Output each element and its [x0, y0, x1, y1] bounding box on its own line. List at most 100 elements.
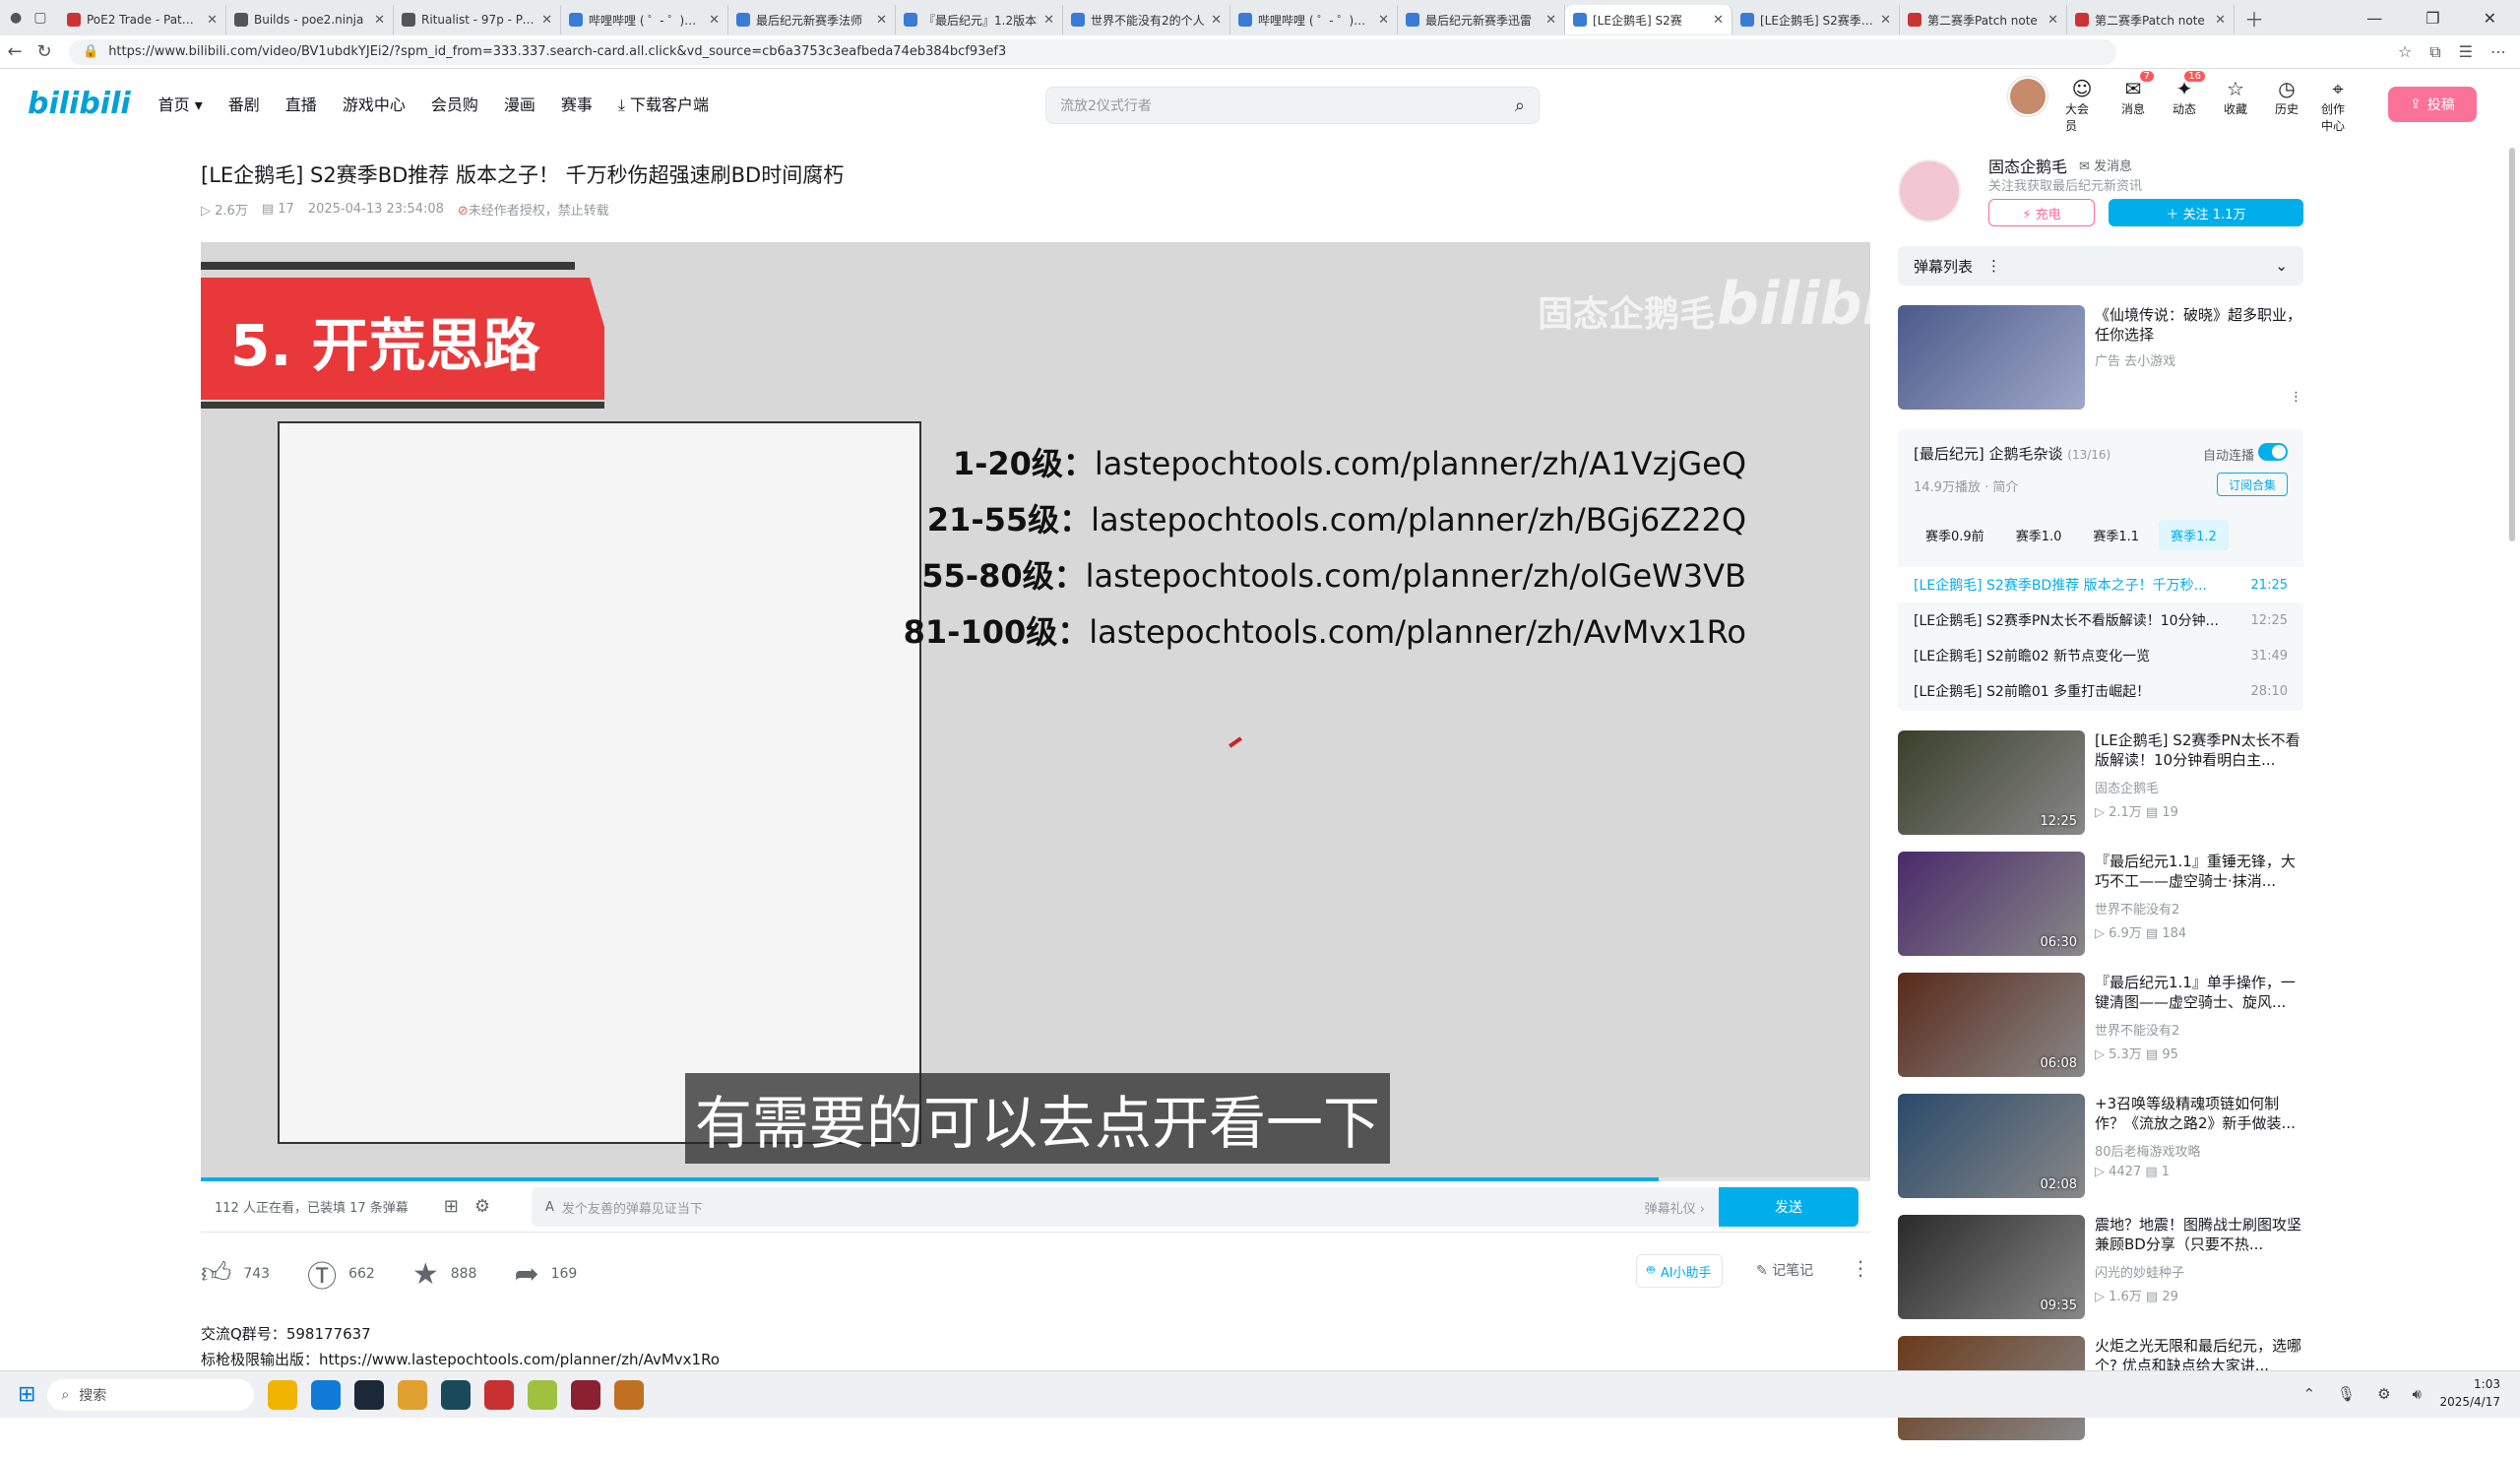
more-icon[interactable]: ⋮	[1986, 257, 2001, 275]
video-player[interactable]: 5. 开荒思路 固态企鹅毛 bilibili 1-20级：lastepochto…	[201, 242, 1870, 1181]
browser-tab[interactable]: Ritualist - 97p - Pass ✕	[394, 5, 561, 34]
share-button[interactable]: ➦ 169	[514, 1257, 577, 1292]
user-avatar[interactable]	[2008, 77, 2048, 116]
page-scrollbar[interactable]	[2508, 138, 2516, 1368]
close-tab-icon[interactable]: ✕	[876, 13, 887, 28]
charge-button[interactable]: ⚡ 充电	[1988, 199, 2095, 226]
more-icon[interactable]: ⋮	[1851, 1256, 1870, 1280]
bilibili-logo[interactable]: bilibili	[28, 87, 131, 121]
video-thumbnail[interactable]: 02:08	[1898, 1094, 2085, 1198]
taskbar-clock[interactable]: 1:03 2025/4/17	[2439, 1375, 2500, 1411]
steam-icon[interactable]	[354, 1379, 385, 1410]
browser-tab[interactable]: PoE2 Trade - Path of ✕	[59, 5, 226, 34]
browser-tab[interactable]: [LE企鹅毛] S2赛季PN ✕	[1732, 5, 1900, 34]
app-icon[interactable]	[571, 1379, 601, 1410]
video-thumbnail[interactable]: 06:30	[1898, 852, 2085, 956]
recommendation-title[interactable]: 震地？地震！图腾战士刷图攻坚兼顾BD分享（只要不热...	[2095, 1215, 2303, 1254]
chevron-down-icon[interactable]: ⌄	[2275, 257, 2288, 275]
menu-icon[interactable]: ⋯	[2490, 42, 2506, 62]
browser-tab[interactable]: 哔哩哔哩 ( ゜- ゜)つロ ✕	[1230, 5, 1398, 34]
close-tab-icon[interactable]: ✕	[374, 13, 385, 28]
browser-tab[interactable]: Builds - poe2.ninja ✕	[226, 5, 394, 34]
recommendation-title[interactable]: 火炬之光无限和最后纪元，选哪个? 优点和缺点给大家讲...	[2095, 1336, 2303, 1375]
nav-item[interactable]: 会员购	[431, 92, 478, 115]
subscribe-collection-button[interactable]: 订阅合集	[2217, 473, 2288, 496]
recommendation-title[interactable]: [LE企鹅毛] S2赛季PN太长不看版解读！10分钟看明白主...	[2095, 730, 2303, 770]
video-thumbnail[interactable]: 09:35	[1898, 1215, 2085, 1319]
browser-tab[interactable]: 最后纪元新赛季法师 ✕	[728, 5, 896, 34]
ai-helper-button[interactable]: 🤖︎ AI小助手	[1636, 1254, 1723, 1288]
reload-icon[interactable]: ↻	[30, 37, 59, 67]
episode-item[interactable]: [LE企鹅毛] S2赛季PN太长不看版解读！10分钟... 12:25	[1898, 602, 2303, 638]
recommendation-author[interactable]: 固态企鹅毛	[2095, 778, 2159, 796]
close-tab-icon[interactable]: ✕	[1211, 13, 1222, 28]
season-tab[interactable]: 赛季1.2	[2159, 520, 2229, 550]
nav-item[interactable]: 漫画	[504, 92, 536, 115]
browser-tab[interactable]: 第二赛季Patch note ✕	[2067, 5, 2235, 34]
video-thumbnail[interactable]: 06:08	[1898, 973, 2085, 1077]
browser-tab[interactable]: 『最后纪元』1.2版本 ✕	[896, 5, 1063, 34]
new-tab-button[interactable]: ＋	[2244, 4, 2264, 32]
header-icon-dynamic[interactable]: ✦ 动态 16	[2168, 71, 2205, 117]
back-icon[interactable]: ←	[0, 37, 30, 67]
recommendation-author[interactable]: 80后老梅游戏攻略	[2095, 1141, 2201, 1160]
browser-tab[interactable]: 最后纪元新赛季迅雷 ✕	[1398, 5, 1565, 34]
chevron-up-icon[interactable]: ⌃	[2302, 1385, 2315, 1403]
close-tab-icon[interactable]: ✕	[2215, 13, 2226, 28]
header-icon-star[interactable]: ☆ 收藏	[2219, 77, 2252, 117]
recommendation-card[interactable]: 06:30 『最后纪元1.1』重锤无锋，大巧不工——虚空骑士·抹消... 世界不能没…	[1898, 852, 2303, 973]
windows-start-icon[interactable]: ⊞	[18, 1382, 35, 1407]
close-tab-icon[interactable]: ✕	[207, 13, 218, 28]
search-input[interactable]: 流放2仪式行者 ⌕	[1045, 87, 1540, 124]
recommendation-card[interactable]: 12:25 [LE企鹅毛] S2赛季PN太长不看版解读！10分钟看明白主... 固态…	[1898, 730, 2303, 852]
season-tab[interactable]: 赛季1.0	[2004, 520, 2074, 550]
recommendation-card[interactable]: 09:35 震地？地震！图腾战士刷图攻坚兼顾BD分享（只要不热... 闪光的妙蛙种子…	[1898, 1215, 2303, 1336]
planner-link[interactable]: https://www.lastepochtools.com/planner/z…	[319, 1351, 720, 1368]
coin-button[interactable]: Ⓣ 662	[307, 1252, 375, 1296]
notes-button[interactable]: ✎ 记笔记	[1756, 1260, 1813, 1280]
uploader-avatar[interactable]	[1898, 159, 1961, 222]
autoplay-toggle[interactable]	[2258, 443, 2288, 461]
microphone-icon[interactable]: 🎙︎	[2337, 1385, 2356, 1403]
danmaku-settings-icon[interactable]: ⚙	[474, 1196, 490, 1217]
font-style-icon[interactable]: A	[545, 1200, 554, 1215]
browser-tab[interactable]: 第二赛季Patch note ✕	[1900, 5, 2067, 34]
file-explorer-icon[interactable]	[268, 1379, 298, 1410]
header-icon-message[interactable]: ✉ 消息 7	[2116, 71, 2154, 117]
upload-button[interactable]: ⇪ 投稿	[2388, 87, 2477, 122]
recommendation-card[interactable]: 06:08 『最后纪元1.1』单手操作，一键清图——虚空骑士、旋风... 世界不能没…	[1898, 973, 2303, 1094]
favorite-button[interactable]: ★ 888	[412, 1257, 477, 1292]
recommendation-author[interactable]: 闪光的妙蛙种子	[2095, 1262, 2184, 1281]
follow-button[interactable]: ＋ 关注 1.1万	[2109, 199, 2303, 226]
scrollbar-thumb[interactable]	[2509, 148, 2515, 541]
recommendation-author[interactable]: 世界不能没有2	[2095, 899, 2179, 918]
browser-tab[interactable]: 世界不能没有2的个人 ✕	[1063, 5, 1230, 34]
edge-icon[interactable]	[311, 1379, 342, 1410]
nav-item[interactable]: 赛事	[561, 92, 593, 115]
app-icon[interactable]	[441, 1379, 472, 1410]
ad-thumbnail[interactable]	[1898, 305, 2085, 410]
send-danmaku-button[interactable]: 发送	[1719, 1187, 1858, 1227]
close-tab-icon[interactable]: ✕	[1043, 13, 1054, 28]
favorites-icon[interactable]: ☆	[2398, 42, 2412, 62]
minimize-icon[interactable]: —	[2366, 9, 2382, 28]
danmaku-toggle-icon[interactable]: ⊞	[444, 1196, 459, 1217]
season-tab[interactable]: 赛季0.9前	[1914, 520, 1996, 550]
nav-item[interactable]: 直播	[285, 92, 317, 115]
app-icon[interactable]	[398, 1379, 428, 1410]
header-icon-creator[interactable]: ⌖ 创作中心	[2321, 77, 2355, 134]
volume-icon[interactable]: 🔊︎	[2413, 1385, 2422, 1403]
close-window-icon[interactable]: ✕	[2484, 9, 2496, 28]
season-tab[interactable]: 赛季1.1	[2081, 520, 2151, 550]
nav-item[interactable]: 首页 ▾	[158, 92, 203, 115]
close-tab-icon[interactable]: ✕	[2048, 13, 2058, 28]
episode-item[interactable]: [LE企鹅毛] S2前瞻02 新节点变化一览 31:49	[1898, 638, 2303, 673]
nav-item[interactable]: ⤓ 下载客户端	[618, 92, 709, 115]
search-icon[interactable]: ⌕	[1515, 95, 1525, 116]
danmaku-etiquette-link[interactable]: 弹幕礼仪 ›	[1645, 1198, 1705, 1217]
ad-title[interactable]: 《仙境传说：破晓》超多职业，任你选择	[2095, 305, 2303, 345]
url-field[interactable]: 🔒 https://www.bilibili.com/video/BV1ubdk…	[69, 38, 2116, 65]
app-icon[interactable]	[484, 1379, 515, 1410]
taskbar-search[interactable]: ⌕ 搜索	[47, 1378, 255, 1411]
profile-icon[interactable]: ●	[10, 10, 22, 26]
